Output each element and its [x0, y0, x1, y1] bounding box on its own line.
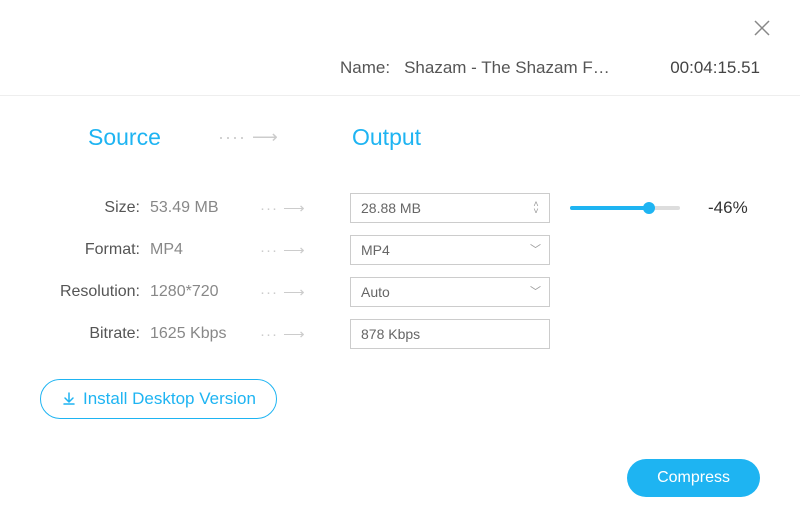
download-icon — [61, 391, 77, 407]
size-output-stepper[interactable]: 28.88 MB ˄˅ — [350, 193, 550, 223]
format-output-value: MP4 — [361, 242, 390, 258]
name-label: Name: — [340, 58, 390, 78]
bitrate-output-field[interactable]: 878 Kbps — [350, 319, 550, 349]
size-percent: -46% — [708, 198, 748, 218]
resolution-output-select[interactable]: Auto ﹀ — [350, 277, 550, 307]
resolution-source-value: 1280*720 — [150, 283, 260, 301]
arrow-icon: ··· ⟶ — [260, 241, 350, 259]
size-label: Size: — [0, 199, 150, 217]
content: Source ···· ⟶ Output Size: 53.49 MB ··· … — [0, 96, 800, 419]
row-resolution: Resolution: 1280*720 ··· ⟶ Auto ﹀ — [0, 271, 800, 313]
format-output-select[interactable]: MP4 ﹀ — [350, 235, 550, 265]
install-desktop-label: Install Desktop Version — [83, 389, 256, 409]
size-output-value: 28.88 MB — [361, 200, 421, 216]
source-heading: Source — [88, 124, 218, 151]
close-icon[interactable] — [752, 18, 772, 38]
format-label: Format: — [0, 241, 150, 259]
arrow-icon: ··· ⟶ — [260, 325, 350, 343]
arrow-icon: ··· ⟶ — [260, 283, 350, 301]
slider-thumb[interactable] — [643, 202, 655, 214]
size-slider[interactable] — [570, 206, 680, 210]
bitrate-label: Bitrate: — [0, 325, 150, 343]
chevron-down-icon: ﹀ — [530, 287, 541, 298]
compress-label: Compress — [657, 469, 730, 486]
compress-button[interactable]: Compress — [627, 459, 760, 497]
bitrate-output-value: 878 Kbps — [361, 326, 420, 342]
heading-arrow-icon: ···· ⟶ — [218, 127, 338, 148]
row-size: Size: 53.49 MB ··· ⟶ 28.88 MB ˄˅ -46% — [0, 187, 800, 229]
duration: 00:04:15.51 — [670, 58, 760, 78]
resolution-label: Resolution: — [0, 283, 150, 301]
stepper-arrows-icon[interactable]: ˄˅ — [523, 194, 549, 222]
row-format: Format: MP4 ··· ⟶ MP4 ﹀ — [0, 229, 800, 271]
row-bitrate: Bitrate: 1625 Kbps ··· ⟶ 878 Kbps — [0, 313, 800, 355]
output-heading: Output — [352, 124, 421, 151]
chevron-down-icon: ﹀ — [530, 245, 541, 256]
format-source-value: MP4 — [150, 241, 260, 259]
arrow-icon: ··· ⟶ — [260, 199, 350, 217]
header: Name: Shazam - The Shazam F… 00:04:15.51 — [0, 0, 800, 96]
install-desktop-button[interactable]: Install Desktop Version — [40, 379, 277, 419]
size-source-value: 53.49 MB — [150, 199, 260, 217]
bitrate-source-value: 1625 Kbps — [150, 325, 260, 343]
resolution-output-value: Auto — [361, 284, 390, 300]
name-value: Shazam - The Shazam F… — [404, 58, 634, 78]
slider-fill — [570, 206, 649, 210]
